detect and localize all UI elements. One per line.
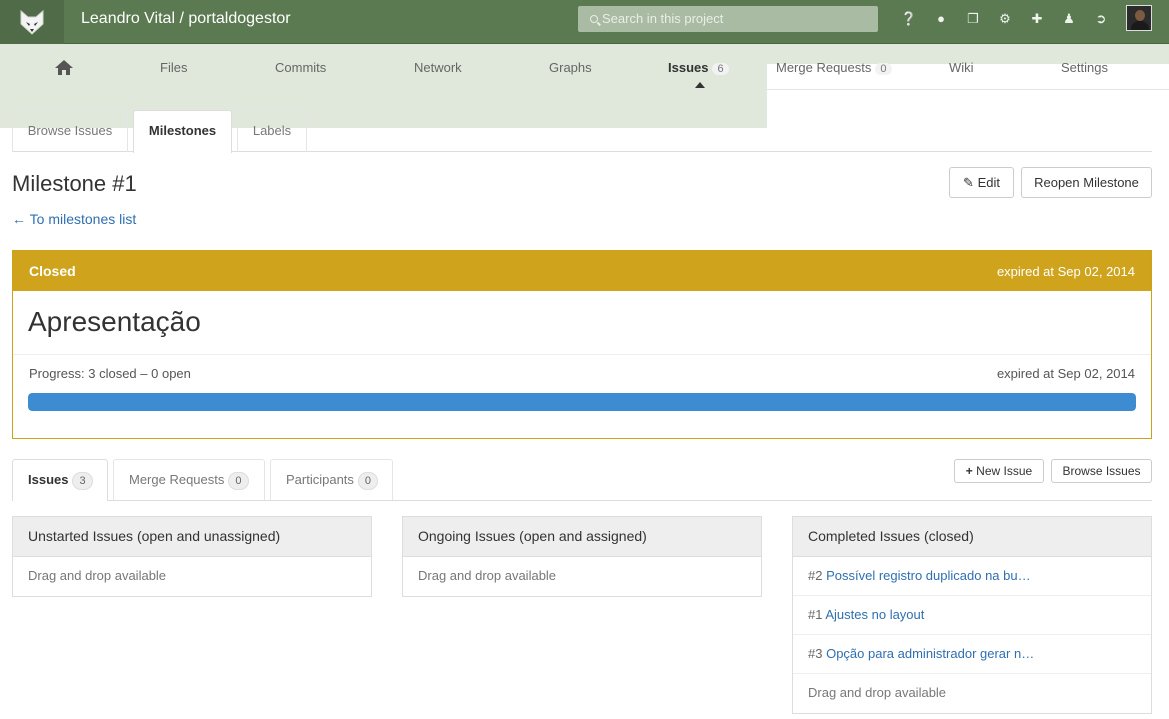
nav-item-graphs[interactable]: Graphs xyxy=(549,60,592,75)
nav-item-issues-label: Issues xyxy=(668,60,709,75)
drag-drop-hint[interactable]: Drag and drop available xyxy=(13,557,371,596)
nav-item-settings[interactable]: Settings xyxy=(1061,60,1108,75)
nav-item-merge-requests[interactable]: Merge Requests 0 xyxy=(776,60,892,75)
milestone-progress-info: Progress: 3 closed – 0 open expired at S… xyxy=(29,366,1135,381)
merge-requests-count-badge: 0 xyxy=(875,63,892,75)
header-icons: ❔ ● ❐ ⚙ ✚ ♟ ➲ xyxy=(893,12,1117,26)
tab-browse-issues[interactable]: Browse Issues xyxy=(12,110,128,152)
milestone-name: Apresentação xyxy=(13,291,1151,355)
issue-number: #1 xyxy=(808,607,823,622)
tab-issues[interactable]: Issues 3 xyxy=(12,459,108,501)
tab-milestones[interactable]: Milestones xyxy=(133,110,232,153)
nav-item-wiki[interactable]: Wiki xyxy=(949,60,974,75)
issue-number: #2 xyxy=(808,568,823,583)
top-header: Leandro Vital / portaldogestor Search in… xyxy=(0,0,1169,44)
cogs-icon[interactable]: ⚙ xyxy=(989,12,1021,26)
milestone-expiry: expired at Sep 02, 2014 xyxy=(996,263,1135,279)
drag-drop-hint[interactable]: Drag and drop available xyxy=(403,557,761,596)
milestone-header: Closed expired at Sep 02, 2014 xyxy=(13,251,1151,291)
list-item[interactable]: #2 Possível registro duplicado na bu… xyxy=(793,557,1151,596)
issues-subtabs: Browse Issues Milestones Labels xyxy=(12,110,1152,153)
tab-merge-requests[interactable]: Merge Requests 0 xyxy=(113,459,265,500)
active-nav-caret xyxy=(695,82,705,88)
tab-merge-requests-label: Merge Requests xyxy=(129,472,225,487)
plus-icon[interactable]: ✚ xyxy=(1021,12,1053,26)
tab-participants[interactable]: Participants 0 xyxy=(270,459,393,500)
edit-button-label: Edit xyxy=(977,175,1000,190)
copy-icon[interactable]: ❐ xyxy=(957,12,989,26)
user-icon[interactable]: ♟ xyxy=(1053,12,1085,26)
issues-count-badge: 6 xyxy=(712,63,729,75)
progress-bar xyxy=(28,393,1136,411)
avatar[interactable] xyxy=(1126,5,1152,31)
globe-icon[interactable]: ● xyxy=(925,12,957,26)
search-input[interactable]: Search in this project xyxy=(578,6,878,32)
tab-participants-label: Participants xyxy=(286,472,354,487)
issue-link[interactable]: Possível registro duplicado na bu… xyxy=(826,568,1031,583)
browse-issues-button[interactable]: Browse Issues xyxy=(1051,459,1152,483)
list-item[interactable]: #1 Ajustes no layout xyxy=(793,596,1151,635)
completed-issues-panel: Completed Issues (closed) #2 Possível re… xyxy=(792,516,1152,714)
nav-item-merge-requests-label: Merge Requests xyxy=(776,60,872,75)
list-item[interactable]: #3 Opção para administrador gerar n… xyxy=(793,635,1151,674)
page-title: Milestone #1 xyxy=(12,171,137,196)
drag-drop-hint[interactable]: Drag and drop available xyxy=(793,674,1151,713)
tab-labels[interactable]: Labels xyxy=(237,110,307,152)
back-to-milestones-link[interactable]: ← To milestones list xyxy=(12,211,136,227)
unstarted-issues-panel: Unstarted Issues (open and unassigned) D… xyxy=(12,516,372,597)
progress-text: Progress: 3 closed – 0 open xyxy=(29,366,191,381)
plus-icon: + xyxy=(965,464,973,478)
merge-requests-badge: 0 xyxy=(228,472,249,490)
edit-button[interactable]: ✎ Edit xyxy=(949,167,1014,198)
participants-badge: 0 xyxy=(357,472,379,490)
sign-out-icon[interactable]: ➲ xyxy=(1085,12,1117,26)
search-placeholder: Search in this project xyxy=(602,11,724,26)
nav-item-issues[interactable]: Issues 6 xyxy=(668,60,729,75)
issues-badge: 3 xyxy=(72,472,93,490)
nav-item-files[interactable]: Files xyxy=(160,60,187,75)
nav-item-network[interactable]: Network xyxy=(414,60,462,75)
reopen-milestone-button[interactable]: Reopen Milestone xyxy=(1021,167,1152,198)
milestone-state: Closed xyxy=(29,263,76,279)
issue-number: #3 xyxy=(808,646,823,661)
gitlab-logo[interactable] xyxy=(0,0,64,44)
fox-logo-icon xyxy=(20,9,44,35)
help-icon[interactable]: ❔ xyxy=(893,12,925,26)
edit-icon: ✎ xyxy=(963,175,974,190)
search-icon xyxy=(590,15,598,23)
nav-item-commits[interactable]: Commits xyxy=(275,60,326,75)
milestone-panel: Closed expired at Sep 02, 2014 Apresenta… xyxy=(12,250,1152,439)
issue-link[interactable]: Ajustes no layout xyxy=(825,607,924,622)
progress-expiry: expired at Sep 02, 2014 xyxy=(996,366,1135,381)
ongoing-issues-panel: Ongoing Issues (open and assigned) Drag … xyxy=(402,516,762,597)
issue-link[interactable]: Opção para administrador gerar n… xyxy=(826,646,1034,661)
tab-issues-label: Issues xyxy=(28,472,69,487)
new-issue-label: New Issue xyxy=(976,464,1033,478)
home-icon[interactable] xyxy=(55,60,73,75)
progress-bar-fill xyxy=(28,393,1136,411)
panel-title: Completed Issues (closed) xyxy=(793,517,1151,557)
project-title[interactable]: Leandro Vital / portaldogestor xyxy=(81,10,291,28)
panel-title: Unstarted Issues (open and unassigned) xyxy=(13,517,371,557)
new-issue-button[interactable]: + New Issue xyxy=(954,459,1044,483)
panel-title: Ongoing Issues (open and assigned) xyxy=(403,517,761,557)
